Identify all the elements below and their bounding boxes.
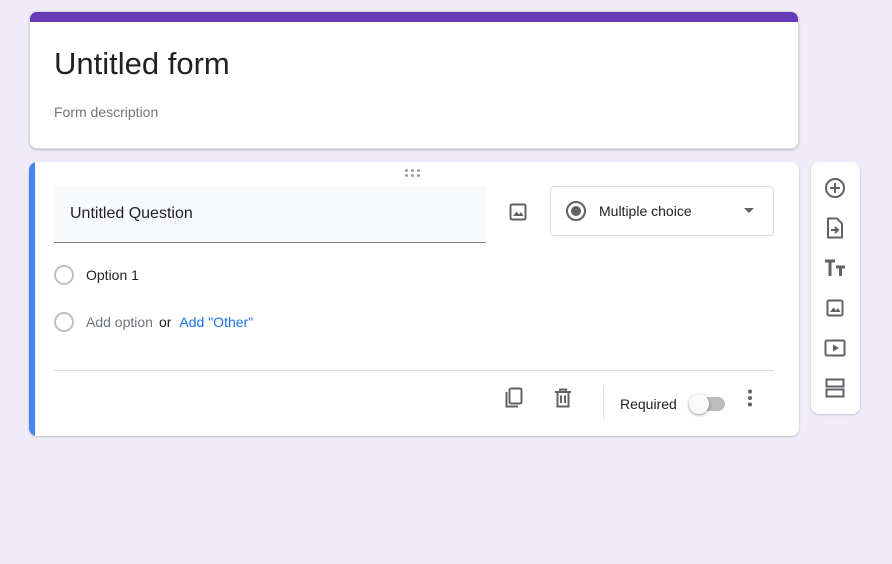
add-video-icon[interactable] xyxy=(823,336,847,360)
duplicate-icon[interactable] xyxy=(502,386,526,410)
required-label: Required xyxy=(620,396,677,412)
footer-divider xyxy=(54,370,774,371)
option-label[interactable]: Option 1 xyxy=(86,267,139,283)
footer-vertical-divider xyxy=(603,387,604,419)
delete-icon[interactable] xyxy=(551,386,575,410)
add-title-icon[interactable] xyxy=(823,256,847,280)
import-questions-icon[interactable] xyxy=(823,216,847,240)
floating-toolbar xyxy=(811,162,860,414)
question-type-dropdown[interactable]: Multiple choice xyxy=(550,186,774,236)
radio-button-icon xyxy=(566,201,586,221)
radio-circle-icon xyxy=(54,265,74,285)
question-type-label: Multiple choice xyxy=(599,203,692,219)
form-description-field[interactable]: Form description xyxy=(54,104,158,120)
option-row[interactable]: Option 1 xyxy=(54,263,139,287)
required-toggle[interactable] xyxy=(689,394,727,414)
question-title-input[interactable]: Untitled Question xyxy=(54,186,486,243)
question-card[interactable]: Untitled Question Multiple choice Option… xyxy=(29,162,799,436)
add-image-icon[interactable] xyxy=(823,296,847,320)
toggle-thumb xyxy=(689,394,709,414)
drag-handle-icon[interactable] xyxy=(405,169,423,179)
add-question-image-icon[interactable] xyxy=(504,198,532,226)
add-section-icon[interactable] xyxy=(823,376,847,400)
or-label: or xyxy=(158,314,172,330)
form-header-card: Untitled form Form description xyxy=(29,11,799,149)
question-title-text: Untitled Question xyxy=(70,205,193,222)
add-option-row: Add option or Add "Other" xyxy=(54,310,253,334)
radio-circle-icon xyxy=(54,312,74,332)
more-options-icon[interactable] xyxy=(738,386,762,410)
active-question-indicator xyxy=(29,162,35,436)
add-option-field[interactable]: Add option xyxy=(86,314,153,330)
form-title[interactable]: Untitled form xyxy=(54,46,230,82)
add-other-link[interactable]: Add "Other" xyxy=(179,314,253,330)
dropdown-arrow-icon xyxy=(744,208,754,213)
add-question-icon[interactable] xyxy=(823,176,847,200)
form-accent-bar xyxy=(30,12,798,22)
